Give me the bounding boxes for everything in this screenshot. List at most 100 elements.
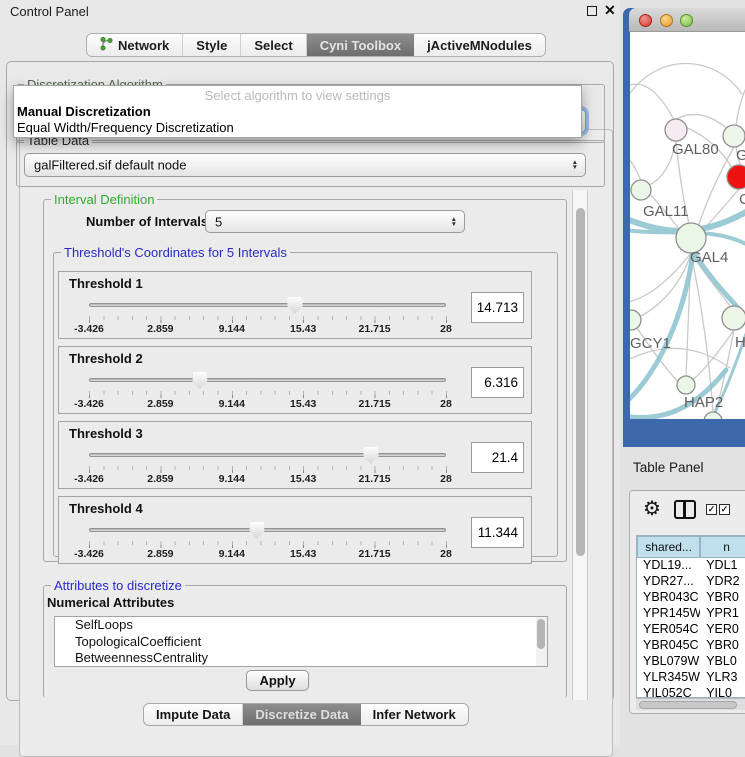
slider-track[interactable]	[89, 303, 446, 307]
node-gcy1[interactable]	[630, 310, 641, 330]
slider-thumb[interactable]	[364, 447, 379, 464]
settings-vertical-scrollbar[interactable]	[572, 190, 588, 700]
network-window[interactable]: GAL80 G GAL11 C GAL4 GCY1 H HAP2	[623, 8, 745, 447]
tab-label: Network	[118, 38, 169, 53]
node-h[interactable]	[722, 306, 745, 330]
dropdown-hint-item: Select algorithm to view settings	[14, 88, 581, 103]
label-partial-h: H	[735, 334, 745, 351]
table-data-group: Table Data galFiltered.sif default node …	[16, 140, 605, 187]
bottom-tabbar: Impute Data Discretize Data Infer Networ…	[143, 703, 469, 726]
slider-track[interactable]	[89, 528, 446, 532]
scrollbar-thumb[interactable]	[639, 701, 737, 709]
slider-thumb[interactable]	[249, 522, 264, 539]
slider-tick-labels: -3.4262.8599.14415.4321.71528	[89, 398, 446, 411]
label-gcy1: GCY1	[630, 335, 671, 352]
panel-title: Control Panel	[10, 4, 89, 19]
slider-tick-labels: -3.4262.8599.14415.4321.71528	[89, 323, 446, 336]
network-icon	[100, 36, 113, 54]
table-data-value: galFiltered.sif default node	[34, 158, 186, 173]
node-gal80[interactable]	[665, 119, 687, 141]
apply-button[interactable]: Apply	[246, 670, 309, 691]
threshold-4-value-input[interactable]: 11.344	[471, 517, 524, 548]
slider-thumb[interactable]	[192, 372, 207, 389]
network-window-titlebar[interactable]	[629, 8, 745, 32]
gear-icon[interactable]: ⚙	[643, 496, 661, 521]
threshold-4-slider[interactable]	[89, 523, 446, 539]
tab-impute-data[interactable]: Impute Data	[144, 704, 243, 725]
tab-network[interactable]: Network	[87, 34, 183, 56]
tab-select[interactable]: Select	[241, 34, 306, 56]
scrollbar-thumb[interactable]	[576, 208, 585, 556]
tab-jactivemnodules[interactable]: jActiveMNodules	[414, 34, 545, 56]
tab-style[interactable]: Style	[183, 34, 241, 56]
node-gal11[interactable]	[631, 180, 651, 200]
threshold-1-slider[interactable]	[89, 298, 446, 314]
threshold-2-slider[interactable]	[89, 373, 446, 389]
threshold-3-value-input[interactable]: 21.4	[471, 442, 524, 473]
dropdown-option-equal-width[interactable]: Equal Width/Frequency Discretization	[17, 120, 234, 135]
slider-track[interactable]	[89, 378, 446, 382]
table-row[interactable]: YDL19...YDL1	[637, 558, 745, 574]
threshold-1-panel: Threshold 1 -3.4262.8599.14415.4321.7152…	[58, 271, 532, 339]
tab-cyni-toolbox[interactable]: Cyni Toolbox	[307, 34, 414, 56]
column-header-name[interactable]: n	[700, 536, 745, 558]
number-of-intervals-label: Number of Intervals	[86, 214, 208, 229]
numerical-attributes-label: Numerical Attributes	[47, 595, 174, 610]
checkbox-icon[interactable]: ✓	[706, 504, 717, 515]
list-item[interactable]: TopologicalCoefficient	[55, 634, 547, 651]
control-panel: Control Panel ✕ Network Style Select Cyn…	[0, 0, 620, 745]
table-row[interactable]: YPR145WYPR1	[637, 606, 745, 622]
list-item[interactable]: SelfLoops	[55, 617, 547, 634]
table-horizontal-scrollbar[interactable]	[636, 698, 745, 710]
columns-icon[interactable]	[674, 500, 696, 519]
node-attribute-table[interactable]: shared... n YDL19...YDL1 YDR27...YDR2 YB…	[636, 535, 745, 698]
checkbox-icon[interactable]: ✓	[719, 504, 730, 515]
threshold-3-slider[interactable]	[89, 448, 446, 464]
numerical-attributes-list[interactable]: SelfLoops TopologicalCoefficient Between…	[54, 616, 548, 667]
tab-infer-network[interactable]: Infer Network	[361, 704, 468, 725]
threshold-2-panel: Threshold 2 -3.4262.8599.14415.4321.7152…	[58, 346, 532, 414]
number-of-intervals-value: 5	[215, 214, 222, 229]
stepper-icon[interactable]: ▲▼	[451, 217, 457, 227]
slider-tick-labels: -3.4262.8599.14415.4321.71528	[89, 548, 446, 561]
right-column: GAL80 G GAL11 C GAL4 GCY1 H HAP2 Table P…	[620, 0, 745, 745]
table-data-combobox[interactable]: galFiltered.sif default node ▲▼	[24, 153, 586, 177]
table-row[interactable]: YLR345WYLR3	[637, 670, 745, 686]
table-row[interactable]: YER054CYER0	[637, 622, 745, 638]
node-partial-top-right[interactable]	[723, 125, 745, 147]
slider-tick-labels: -3.4262.8599.14415.4321.71528	[89, 473, 446, 486]
table-row[interactable]: YBR043CYBR0	[637, 590, 745, 606]
number-of-intervals-combobox[interactable]: 5 ▲▼	[205, 210, 465, 233]
list-item[interactable]: BetweennessCentrality	[55, 650, 547, 667]
table-row[interactable]: YDR27...YDR2	[637, 574, 745, 590]
slider-minor-ticks	[89, 391, 448, 395]
close-button[interactable]	[639, 14, 652, 27]
stepper-icon[interactable]: ▲▼	[572, 160, 578, 170]
slider-minor-ticks	[89, 316, 448, 320]
attributes-list-scrollbar[interactable]	[536, 617, 547, 666]
scrollbar-thumb[interactable]	[537, 619, 545, 649]
zoom-button[interactable]	[680, 14, 693, 27]
table-row[interactable]: YIL052CYIL0	[637, 686, 745, 698]
threshold-1-value-input[interactable]: 14.713	[471, 292, 524, 323]
dropdown-option-manual[interactable]: Manual Discretization	[17, 104, 151, 119]
node-selected-red[interactable]	[727, 165, 745, 189]
node-hap2[interactable]	[677, 376, 695, 394]
interval-definition-title: Interval Definition	[51, 192, 157, 207]
minimize-button[interactable]	[660, 14, 673, 27]
table-row[interactable]: YBL079WYBL0	[637, 654, 745, 670]
top-tabbar: Network Style Select Cyni Toolbox jActiv…	[86, 33, 546, 57]
tab-discretize-data[interactable]: Discretize Data	[243, 704, 360, 725]
table-row[interactable]: YBR045CYBR0	[637, 638, 745, 654]
close-icon[interactable]: ✕	[604, 2, 616, 19]
attributes-group-title: Attributes to discretize	[51, 578, 185, 593]
slider-thumb[interactable]	[287, 297, 302, 314]
algorithm-dropdown-popup: Select algorithm to view settings Manual…	[13, 85, 582, 138]
threshold-2-value-input[interactable]: 6.316	[471, 367, 524, 398]
float-window-icon[interactable]	[587, 6, 597, 16]
slider-track[interactable]	[89, 453, 446, 457]
node-bottom-partial[interactable]	[704, 412, 722, 419]
network-graph: GAL80 G GAL11 C GAL4 GCY1 H HAP2	[630, 32, 745, 419]
column-header-shared-name[interactable]: shared...	[637, 536, 700, 558]
network-canvas[interactable]: GAL80 G GAL11 C GAL4 GCY1 H HAP2	[630, 32, 745, 419]
